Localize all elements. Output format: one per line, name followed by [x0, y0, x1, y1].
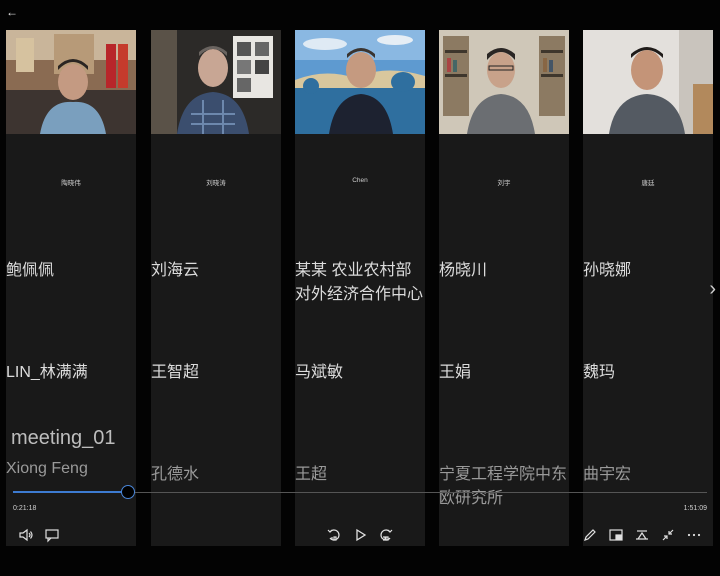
participant-name-3: Chen [352, 177, 368, 184]
skip-forward-30-icon[interactable] [378, 527, 394, 543]
participant-name: 王娟 [439, 364, 472, 381]
mini-view-icon[interactable] [608, 527, 624, 543]
participant-name: 刘海云 [151, 262, 200, 279]
participant-name-4: 刘宇 [497, 180, 511, 187]
participant-name: LIN_林满满 [6, 364, 88, 381]
participant-name: 某某 农业农村部对外经济合作中心 [295, 262, 424, 303]
edit-icon[interactable] [582, 527, 598, 543]
elapsed-time: 0:21:18 [13, 505, 37, 512]
seek-thumb[interactable] [121, 485, 135, 499]
participant-name: 杨晓川 [439, 262, 488, 279]
video-player: ← 陶晓伟 刘晓涛 Chen 刘宇 唐廷 鲍佩佩 刘海云 某某 农业农村部对外经… [0, 0, 720, 576]
participant-video-2 [151, 30, 281, 134]
seek-bar-progress [13, 491, 128, 493]
participant-name: 鲍佩佩 [6, 262, 55, 279]
cast-icon[interactable] [634, 527, 650, 543]
participant-name-5: 唐廷 [641, 180, 655, 187]
total-time: 1:51:09 [683, 505, 707, 512]
participant-name: 孙晓娜 [583, 262, 632, 279]
video-title: meeting_01 [11, 427, 116, 449]
volume-icon[interactable] [18, 527, 34, 543]
captions-icon[interactable] [44, 527, 60, 543]
back-arrow-icon[interactable]: ← [6, 5, 18, 19]
participant-video-4 [439, 30, 569, 134]
minimize-icon[interactable] [660, 527, 676, 543]
participant-name-1: 陶晓伟 [61, 180, 81, 187]
participant-name-2: 刘晓涛 [206, 180, 226, 187]
participant-name: 王超 [295, 466, 328, 483]
participant-video-3 [295, 30, 425, 134]
participant-name: 孔德水 [151, 466, 200, 483]
participant-name: 魏玛 [583, 364, 616, 381]
more-icon[interactable] [686, 527, 702, 543]
participant-name: 曲宇宏 [583, 466, 632, 483]
participant-name: 王智超 [151, 364, 200, 381]
participant-video-1 [6, 30, 136, 134]
participant-name: Xiong Feng [6, 460, 88, 477]
chevron-right-icon[interactable]: › [709, 278, 716, 301]
participant-name: 宁夏工程学院中东欧研究所 [439, 466, 568, 507]
participant-video-5 [583, 30, 713, 134]
play-icon[interactable] [352, 527, 368, 543]
participant-name: 马斌敏 [295, 364, 344, 381]
skip-back-10-icon[interactable] [326, 527, 342, 543]
